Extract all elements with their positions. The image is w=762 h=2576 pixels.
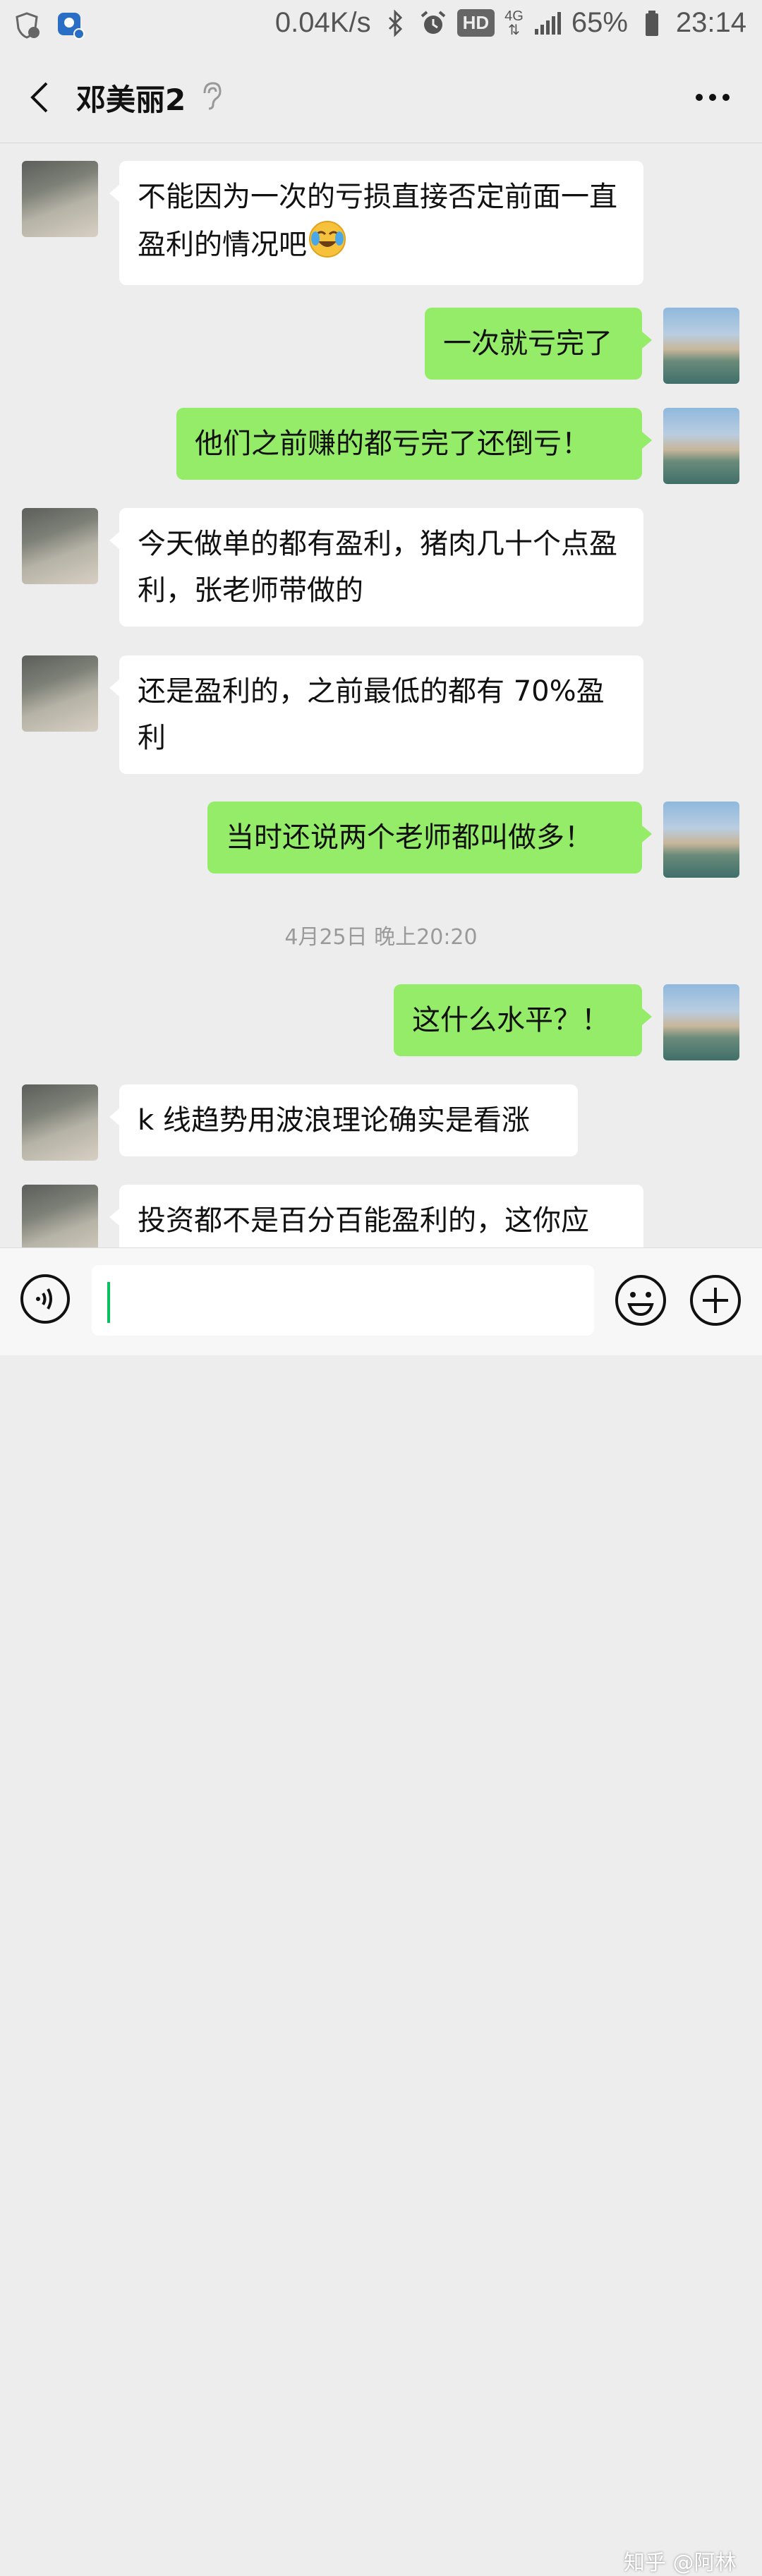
input-bar: 知乎 @阿林	[0, 1247, 762, 2575]
message-list[interactable]: 不能因为一次的亏损直接否定前面一直盈利的情况吧 一次就亏完了 他们之前赚的都亏完…	[0, 143, 762, 1247]
emoji-button[interactable]	[614, 1274, 667, 1327]
chat-header: 邓美丽2	[0, 52, 762, 143]
my-avatar[interactable]	[663, 408, 739, 484]
message-bubble[interactable]: 这什么水平？！	[394, 984, 652, 1056]
battery-icon	[638, 8, 666, 39]
network-type: 4G ⇅	[504, 8, 524, 38]
back-button[interactable]	[21, 78, 61, 117]
tears-of-joy-face-icon	[308, 220, 346, 272]
contact-avatar[interactable]	[22, 161, 98, 237]
more-dots-icon	[696, 94, 730, 101]
alarm-icon	[419, 8, 447, 39]
battery-percent: 65%	[571, 7, 628, 38]
watermark: 知乎 @阿林	[624, 2551, 737, 2575]
hd-badge: HD	[456, 9, 495, 37]
message-bubble[interactable]: 今天做单的都有盈利，猪肉几十个点盈利，张老师带做的	[109, 508, 643, 627]
message-bubble[interactable]: 一次就亏完了	[425, 308, 652, 380]
more-functions-button[interactable]	[689, 1274, 742, 1327]
my-avatar[interactable]	[663, 984, 739, 1060]
clock: 23:14	[675, 7, 746, 38]
text-caret	[107, 1282, 110, 1323]
location-settings-icon	[56, 10, 85, 41]
message-bubble[interactable]: 不能因为一次的亏损直接否定前面一直盈利的情况吧	[109, 161, 643, 285]
voice-icon	[20, 1274, 70, 1324]
bluetooth-icon	[381, 8, 409, 39]
status-bar: 0.04K/s HD 4G ⇅ 65% 23:14	[0, 0, 762, 52]
contact-avatar[interactable]	[22, 1084, 98, 1161]
my-avatar[interactable]	[663, 308, 739, 384]
message-bubble[interactable]: 当时还说两个老师都叫做多！	[207, 802, 652, 873]
message-bubble[interactable]: 他们之前赚的都亏完了还倒亏！	[176, 408, 652, 480]
chat-title: 邓美丽2	[76, 83, 186, 117]
message-timestamp: 4月25日 晚上20:20	[284, 925, 478, 950]
plus-icon	[690, 1275, 741, 1326]
more-options-button[interactable]	[691, 83, 734, 111]
message-bubble[interactable]: k 线趋势用波浪理论确实是看涨	[109, 1084, 578, 1156]
contact-avatar[interactable]	[22, 508, 98, 584]
smiley-icon	[615, 1275, 666, 1326]
message-bubble[interactable]: 还是盈利的，之前最低的都有 70%盈利	[109, 655, 643, 774]
message-bubble[interactable]: 投资都不是百分百能盈利的，这你应	[109, 1185, 643, 1247]
signal-strength-icon	[533, 8, 562, 39]
my-avatar[interactable]	[663, 802, 739, 878]
ear-icon	[199, 80, 223, 114]
network-speed: 0.04K/s	[274, 7, 371, 38]
shield-notification-icon	[13, 10, 41, 41]
voice-input-button[interactable]	[20, 1274, 71, 1324]
contact-avatar[interactable]	[22, 1185, 98, 1247]
contact-avatar[interactable]	[22, 655, 98, 732]
message-input[interactable]	[92, 1265, 594, 1336]
chevron-left-icon	[30, 82, 48, 113]
